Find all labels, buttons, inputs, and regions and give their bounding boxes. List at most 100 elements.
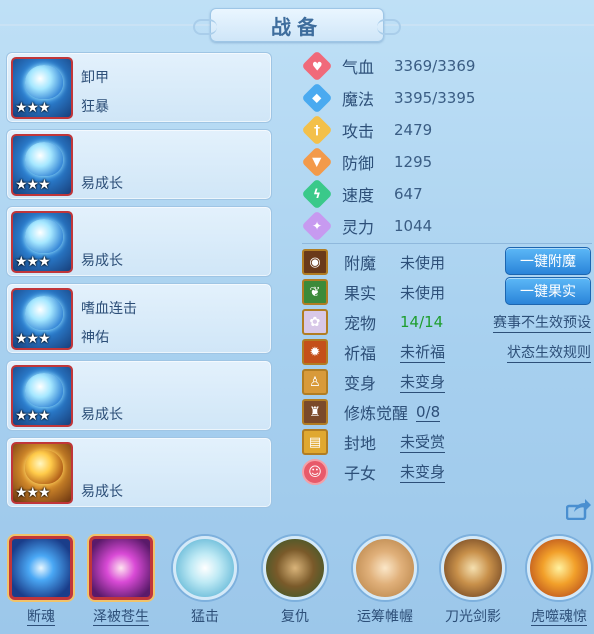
spirit-icon: ✦	[301, 210, 333, 242]
skill-daoguangjianying[interactable]: 刀光剑影	[436, 536, 510, 626]
effect-rules-link[interactable]: 状态生效规则	[507, 342, 591, 363]
star-rating: ★★★	[15, 331, 51, 347]
skill-name: 泽被苍生	[93, 609, 149, 626]
skill-name: 复仇	[281, 609, 309, 625]
mana-icon: ◆	[301, 82, 333, 114]
buff-row-children: ☺ 子女 未变身	[302, 457, 594, 487]
shield-icon: ▼	[301, 146, 333, 178]
buff-label: 宠物	[344, 314, 377, 333]
skill-duanhun[interactable]: 断魂	[4, 536, 78, 626]
buff-row-cultivation: ♜ 修炼觉醒 0/8	[302, 397, 594, 427]
pet-portrait: ★★★	[11, 442, 73, 504]
pet-creature-icon	[25, 142, 63, 176]
buff-label: 封地	[344, 434, 377, 453]
buff-value[interactable]: 未祈福	[400, 341, 446, 363]
stat-value: 3369/3369	[394, 57, 476, 75]
skill-fist-icon	[173, 536, 237, 600]
blessing-icon: ✹	[302, 339, 328, 365]
buff-value: 14/14	[400, 313, 444, 331]
fruit-icon: ❦	[302, 279, 328, 305]
enchant-icon: ◉	[302, 249, 328, 275]
auto-fruit-button[interactable]: 一键果实	[505, 277, 591, 305]
cultivation-icon: ♜	[302, 399, 328, 425]
skill-hushihunjing[interactable]: 虎噬魂惊	[522, 536, 594, 626]
stat-value: 1044	[394, 217, 433, 235]
buff-value[interactable]: 未变身	[400, 371, 446, 393]
transform-icon: ♙	[302, 369, 328, 395]
buff-value[interactable]: 0/8	[416, 403, 441, 422]
stat-mp: ◆ 魔法 3395/3395	[301, 82, 592, 114]
pet-creature-icon	[25, 296, 63, 330]
stat-attack: † 攻击 2479	[301, 114, 592, 146]
skill-warrior-icon	[263, 536, 327, 600]
skill-mengji[interactable]: 猛击	[168, 536, 242, 626]
pet-skill-2: 神佑	[81, 330, 109, 346]
skill-yunchouweiwo[interactable]: 运筹帷幄	[348, 536, 422, 626]
stat-hp: ♥ 气血 3369/3369	[301, 50, 592, 82]
skill-name: 虎噬魂惊	[531, 609, 587, 626]
star-rating: ★★★	[15, 100, 51, 116]
stat-value: 1295	[394, 153, 433, 171]
buff-label: 附魔	[344, 254, 377, 273]
skill-name: 断魂	[27, 609, 55, 626]
event-preset-link[interactable]: 赛事不生效预设	[493, 312, 591, 333]
pet-list: ★★★ 卸甲 狂暴 ★★★ 易成长 ★★★ 易成长 ★★★ 嗜血连击 神佑 ★★…	[6, 52, 272, 514]
pet-portrait: ★★★	[11, 365, 73, 427]
pet-icon: ✿	[302, 309, 328, 335]
star-rating: ★★★	[15, 177, 51, 193]
stats-panel: ♥ 气血 3369/3369 ◆ 魔法 3395/3395 † 攻击 2479 …	[301, 50, 592, 242]
stat-spirit: ✦ 灵力 1044	[301, 210, 592, 242]
share-icon[interactable]	[566, 498, 592, 520]
skill-hand-icon	[89, 536, 153, 600]
stat-label: 气血	[342, 58, 375, 77]
skill-fuchou[interactable]: 复仇	[258, 536, 332, 626]
buff-row-transform: ♙ 变身 未变身	[302, 367, 594, 397]
buff-label: 修炼觉醒	[344, 404, 409, 423]
auto-enchant-button[interactable]: 一键附魔	[505, 247, 591, 275]
stat-value: 2479	[394, 121, 433, 139]
pet-card-1[interactable]: ★★★ 卸甲 狂暴	[6, 52, 272, 123]
skill-raised-fist-icon	[353, 536, 417, 600]
pet-card-6[interactable]: ★★★ 易成长	[6, 437, 272, 508]
star-rating: ★★★	[15, 485, 51, 501]
stat-value: 3395/3395	[394, 89, 476, 107]
pet-card-4[interactable]: ★★★ 嗜血连击 神佑	[6, 283, 272, 354]
buff-label: 变身	[344, 374, 377, 393]
skill-name: 猛击	[191, 609, 219, 625]
buff-value: 未使用	[400, 253, 446, 272]
buff-row-fruit: ❦ 果实 未使用 一键果实	[302, 277, 594, 307]
skill-blade-icon	[441, 536, 505, 600]
stat-label: 魔法	[342, 90, 375, 109]
buff-row-fief: ▤ 封地 未受赏	[302, 427, 594, 457]
title-banner: 战备	[193, 8, 401, 42]
buff-row-blessing: ✹ 祈福 未祈福 状态生效规则	[302, 337, 594, 367]
pet-card-3[interactable]: ★★★ 易成长	[6, 206, 272, 277]
pet-skill-2: 狂暴	[81, 99, 109, 115]
pet-skill-1: 卸甲	[81, 70, 109, 86]
pet-skill-2: 易成长	[81, 253, 123, 269]
pet-skill-1: 嗜血连击	[81, 301, 137, 317]
pet-creature-icon	[25, 373, 63, 407]
stat-label: 攻击	[342, 122, 375, 141]
pet-card-5[interactable]: ★★★ 易成长	[6, 360, 272, 431]
heart-icon: ♥	[301, 50, 333, 82]
pet-card-2[interactable]: ★★★ 易成长	[6, 129, 272, 200]
fief-icon: ▤	[302, 429, 328, 455]
stat-defense: ▼ 防御 1295	[301, 146, 592, 178]
buff-value[interactable]: 未受赏	[400, 431, 446, 453]
skill-tiger-icon	[527, 536, 591, 600]
skill-bar: 断魂 泽被苍生 猛击 复仇 运筹帷幄 刀光剑影 虎噬魂惊	[0, 530, 594, 634]
pet-portrait: ★★★	[11, 134, 73, 196]
child-icon: ☺	[302, 459, 328, 485]
pet-skill-2: 易成长	[81, 407, 123, 423]
buff-row-enchant: ◉ 附魔 未使用 一键附魔	[302, 247, 594, 277]
stat-label: 灵力	[342, 218, 375, 237]
pet-creature-icon	[25, 219, 63, 253]
skill-zebeicangsheng[interactable]: 泽被苍生	[84, 536, 158, 626]
page-title: 战备	[271, 14, 323, 39]
divider	[302, 243, 592, 244]
pet-creature-icon	[25, 450, 63, 484]
buff-value[interactable]: 未变身	[400, 461, 446, 483]
buff-panel: ◉ 附魔 未使用 一键附魔 ❦ 果实 未使用 一键果实 ✿ 宠物 14/14 赛…	[302, 247, 594, 487]
pet-portrait: ★★★	[11, 288, 73, 350]
